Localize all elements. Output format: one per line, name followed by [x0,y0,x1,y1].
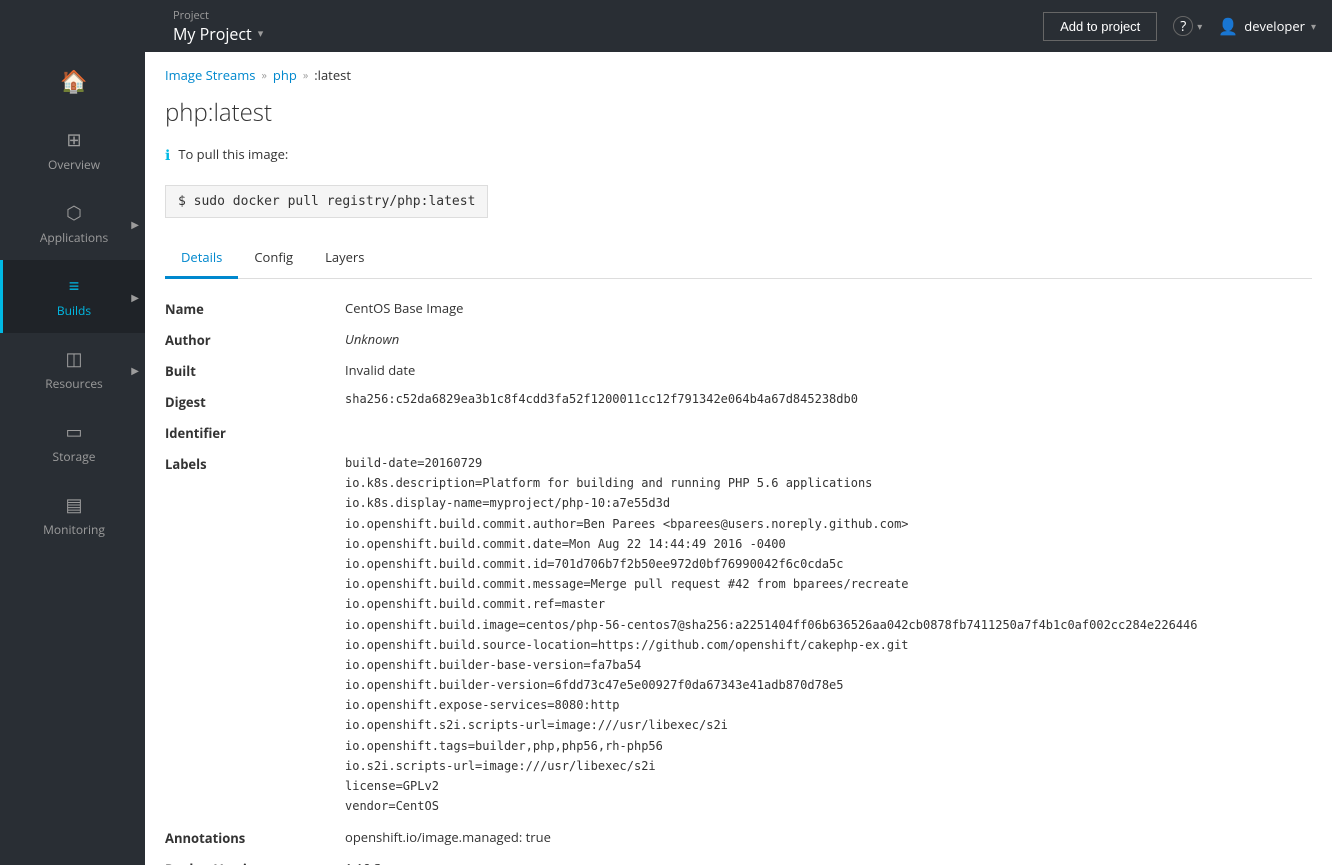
project-label: Project [173,8,1031,23]
tab-layers[interactable]: Layers [309,238,380,279]
label-item: io.openshift.build.commit.ref=master [345,595,1312,614]
identifier-label: Identifier [165,423,345,442]
label-item: io.k8s.description=Platform for building… [345,474,1312,493]
label-item: build-date=20160729 [345,454,1312,473]
breadcrumb-sep-1: » [261,68,266,83]
sidebar-label-overview: Overview [48,156,100,173]
sidebar-label-storage: Storage [53,448,96,465]
label-item: io.openshift.build.source-location=https… [345,636,1312,655]
label-item: io.openshift.tags=builder,php,php56,rh-p… [345,737,1312,756]
home-icon: 🏠 [60,66,87,96]
built-value: Invalid date [345,361,1312,379]
detail-row-labels: Labels build-date=20160729io.k8s.descrip… [165,454,1312,816]
detail-row-annotations: Annotations openshift.io/image.managed: … [165,828,1312,847]
author-label: Author [165,330,345,349]
detail-row-digest: Digest sha256:c52da6829ea3b1c8f4cdd3fa52… [165,392,1312,411]
sidebar-item-resources[interactable]: ◫ Resources ▶ [0,333,145,406]
label-item: io.openshift.s2i.scripts-url=image:///us… [345,716,1312,735]
resources-icon: ◫ [65,347,82,371]
help-icon: ? [1173,16,1193,36]
user-menu[interactable]: 👤 developer ▾ [1218,15,1316,37]
author-value: Unknown [345,330,1312,348]
topbar-right: ? ▾ 👤 developer ▾ [1173,15,1316,37]
sidebar-item-applications[interactable]: ⬡ Applications ▶ [0,187,145,260]
digest-label: Digest [165,392,345,411]
digest-value: sha256:c52da6829ea3b1c8f4cdd3fa52f120001… [345,392,1312,406]
sidebar: 🏠 ⊞ Overview ⬡ Applications ▶ ≡ Builds ▶… [0,0,145,865]
page-title: php:latest [145,92,1332,145]
storage-icon: ▭ [65,420,82,444]
sidebar-item-home[interactable]: 🏠 [0,52,145,114]
user-caret: ▾ [1311,19,1316,33]
add-to-project-button[interactable]: Add to project [1043,12,1157,41]
detail-row-docker-version: Docker Version 1.10.3 [165,859,1312,865]
annotations-label: Annotations [165,828,345,847]
tab-config[interactable]: Config [238,238,309,279]
help-menu[interactable]: ? ▾ [1173,16,1202,36]
name-value: CentOS Base Image [345,299,1312,317]
label-item: io.openshift.expose-services=8080:http [345,696,1312,715]
label-item: io.openshift.builder-base-version=fa7ba5… [345,656,1312,675]
label-item: io.s2i.scripts-url=image:///usr/libexec/… [345,757,1312,776]
detail-row-built: Built Invalid date [165,361,1312,380]
annotations-value: openshift.io/image.managed: true [345,828,1312,846]
sidebar-label-resources: Resources [45,375,103,392]
project-selector[interactable]: Project My Project ▾ [161,8,1043,45]
detail-row-author: Author Unknown [165,330,1312,349]
tab-details[interactable]: Details [165,238,238,279]
info-icon: ℹ [165,146,170,165]
sidebar-label-monitoring: Monitoring [43,521,105,538]
breadcrumb-php[interactable]: php [273,66,297,84]
built-label: Built [165,361,345,380]
content-area: Image Streams » php » :latest php:latest… [145,52,1332,865]
name-label: Name [165,299,345,318]
user-label: developer [1244,17,1305,35]
tabs: Details Config Layers [165,238,1312,279]
label-item: io.openshift.builder-version=6fdd73c47e5… [345,676,1312,695]
label-item: license=GPLv2 [345,777,1312,796]
project-name: My Project ▾ [173,23,1031,45]
detail-row-identifier: Identifier [165,423,1312,442]
sidebar-item-builds[interactable]: ≡ Builds ▶ [0,260,145,333]
docker-version-value: 1.10.3 [345,859,1312,865]
label-item: io.openshift.build.commit.message=Merge … [345,575,1312,594]
breadcrumb: Image Streams » php » :latest [145,52,1332,92]
pull-label: To pull this image: [178,145,288,163]
label-item: io.openshift.build.image=centos/php-56-c… [345,616,1312,635]
sidebar-item-overview[interactable]: ⊞ Overview [0,114,145,187]
sidebar-label-builds: Builds [57,302,91,319]
help-caret: ▾ [1197,19,1202,33]
monitoring-icon: ▤ [65,493,82,517]
applications-icon: ⬡ [66,201,82,225]
details-table: Name CentOS Base Image Author Unknown Bu… [145,279,1332,865]
label-item: vendor=CentOS [345,797,1312,816]
sidebar-item-storage[interactable]: ▭ Storage [0,406,145,479]
topbar: Project My Project ▾ Add to project ? ▾ … [145,0,1332,52]
sidebar-item-monitoring[interactable]: ▤ Monitoring [0,479,145,552]
breadcrumb-latest: :latest [314,66,351,84]
breadcrumb-sep-2: » [303,68,308,83]
label-item: io.openshift.build.commit.date=Mon Aug 2… [345,535,1312,554]
chevron-right-icon-builds: ▶ [131,290,139,304]
chevron-right-icon: ▶ [131,217,139,231]
breadcrumb-image-streams[interactable]: Image Streams [165,66,255,84]
sidebar-label-applications: Applications [40,229,108,246]
docker-version-label: Docker Version [165,859,345,865]
labels-value: build-date=20160729io.k8s.description=Pl… [345,454,1312,816]
overview-icon: ⊞ [66,128,81,152]
chevron-right-icon-resources: ▶ [131,363,139,377]
detail-row-name: Name CentOS Base Image [165,299,1312,318]
label-item: io.k8s.display-name=myproject/php-10:a7e… [345,494,1312,513]
label-item: io.openshift.build.commit.author=Ben Par… [345,515,1312,534]
labels-label: Labels [165,454,345,473]
label-item: io.openshift.build.commit.id=701d706b7f2… [345,555,1312,574]
builds-icon: ≡ [69,274,80,298]
user-icon: 👤 [1218,15,1238,37]
pull-info: ℹ To pull this image: [165,145,1312,165]
caret-down-icon: ▾ [258,26,264,41]
pull-command[interactable]: $ sudo docker pull registry/php:latest [165,185,488,218]
